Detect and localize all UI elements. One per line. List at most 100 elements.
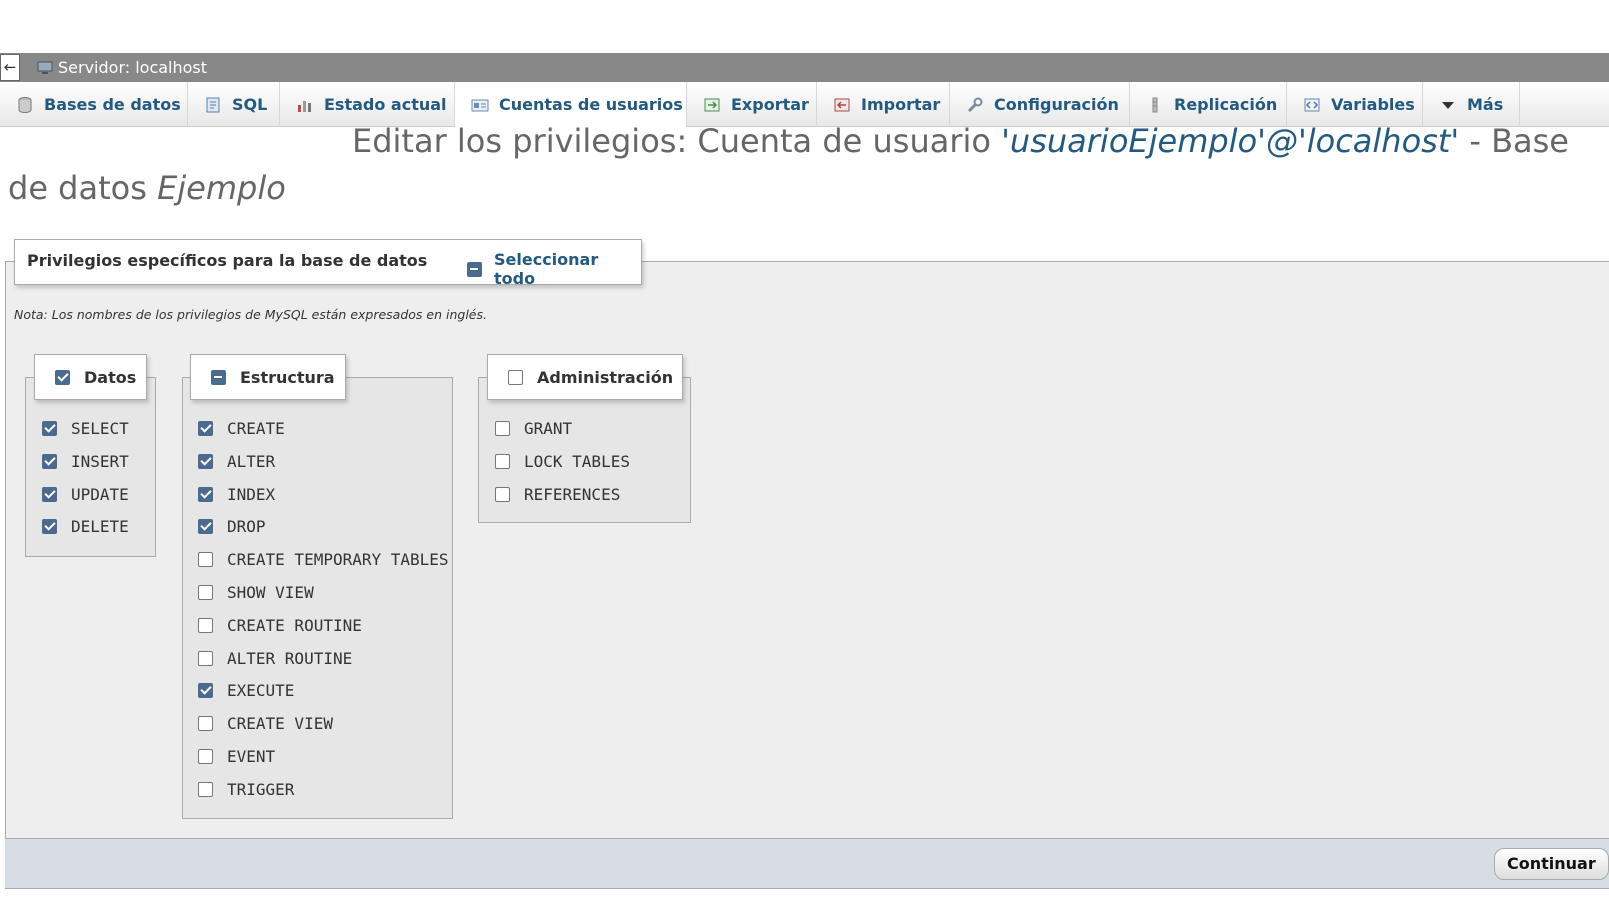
privilege-checkbox[interactable]	[198, 519, 213, 534]
privilege-label: DELETE	[71, 517, 129, 536]
privilege-alter-routine[interactable]: ALTER ROUTINE	[198, 649, 352, 668]
privilege-label: EVENT	[227, 747, 276, 766]
database-icon	[18, 96, 32, 113]
tab-label: SQL	[232, 95, 268, 114]
privileges-legend: Privilegios específicos para la base de …	[14, 239, 642, 288]
privilege-checkbox[interactable]	[198, 683, 213, 698]
privilege-label: INSERT	[71, 452, 129, 471]
datos-group-checkbox[interactable]	[55, 369, 70, 385]
privilege-label: TRIGGER	[227, 780, 295, 799]
estructura-legend: Estructura	[190, 354, 346, 400]
privilege-label: REFERENCES	[524, 485, 621, 504]
privilege-checkbox[interactable]	[42, 454, 57, 469]
privilege-label: INDEX	[227, 485, 276, 504]
datos-legend: Datos	[34, 354, 147, 400]
form-footer	[5, 838, 1609, 889]
privilege-references[interactable]: REFERENCES	[495, 485, 620, 504]
user-account-link[interactable]: 'usuarioEjemplo'@'localhost'	[1001, 122, 1459, 160]
privilege-label: CREATE	[227, 419, 285, 438]
privilege-label: UPDATE	[71, 485, 129, 504]
privilege-alter[interactable]: ALTER	[198, 452, 275, 471]
export-icon	[704, 98, 720, 111]
privilege-create-routine[interactable]: CREATE ROUTINE	[198, 616, 362, 635]
users-icon	[471, 99, 489, 111]
privilege-checkbox[interactable]	[198, 618, 213, 633]
privilege-show-view[interactable]: SHOW VIEW	[198, 583, 314, 602]
tab-label: Replicación	[1174, 95, 1278, 114]
estructura-group-checkbox[interactable]	[211, 369, 226, 385]
tab-label: Importar	[861, 95, 941, 114]
privilege-label: SELECT	[71, 419, 129, 438]
privilege-delete[interactable]: DELETE	[42, 517, 129, 536]
sql-icon	[206, 97, 220, 112]
privileges-legend-title: Privilegios específicos para la base de …	[27, 251, 428, 270]
privilege-checkbox[interactable]	[198, 487, 213, 502]
back-arrow-icon[interactable]: ←	[0, 54, 20, 81]
privilege-label: LOCK TABLES	[524, 452, 630, 471]
estructura-group-label: Estructura	[240, 367, 335, 387]
privilege-label: DROP	[227, 517, 266, 536]
privilege-drop[interactable]: DROP	[198, 517, 266, 536]
server-breadcrumb-bar: ← Servidor: localhost	[0, 53, 1609, 82]
privilege-index[interactable]: INDEX	[198, 485, 275, 504]
privilege-checkbox[interactable]	[198, 421, 213, 436]
import-icon	[834, 98, 850, 111]
title-prefix: Editar los privilegios: Cuenta de usuari…	[352, 122, 991, 160]
privilege-checkbox[interactable]	[495, 487, 510, 502]
status-icon	[298, 100, 311, 112]
replication-icon	[1152, 97, 1158, 112]
chevron-down-icon	[1442, 101, 1454, 109]
wrench-icon	[967, 97, 983, 112]
privilege-checkbox[interactable]	[42, 519, 57, 534]
select-all-label[interactable]: Seleccionar todo	[494, 250, 641, 288]
privilege-label: CREATE VIEW	[227, 714, 333, 733]
privilege-label: CREATE TEMPORARY TABLES	[227, 550, 449, 569]
privilege-checkbox[interactable]	[198, 651, 213, 666]
privilege-label: CREATE ROUTINE	[227, 616, 362, 635]
select-all-toggle[interactable]: Seleccionar todo	[467, 250, 641, 288]
privilege-lock-tables[interactable]: LOCK TABLES	[495, 452, 630, 471]
server-icon	[37, 61, 53, 74]
administracion-legend: Administración	[487, 354, 683, 400]
privilege-label: EXECUTE	[227, 681, 295, 700]
privilege-label: GRANT	[524, 419, 573, 438]
privileges-note: Nota: Los nombres de los privilegios de …	[14, 307, 487, 322]
tab-label: Variables	[1331, 95, 1415, 114]
privilege-update[interactable]: UPDATE	[42, 485, 129, 504]
database-name: Ejemplo	[157, 169, 286, 207]
tab-label: Más	[1467, 95, 1504, 114]
continue-button[interactable]: Continuar	[1494, 848, 1609, 880]
privilege-checkbox[interactable]	[198, 782, 213, 797]
privilege-event[interactable]: EVENT	[198, 747, 275, 766]
privilege-checkbox[interactable]	[495, 454, 510, 469]
tab-label: Cuentas de usuarios	[499, 95, 683, 114]
privilege-checkbox[interactable]	[198, 454, 213, 469]
privilege-checkbox[interactable]	[198, 552, 213, 567]
tab-label: Estado actual	[324, 95, 447, 114]
privilege-execute[interactable]: EXECUTE	[198, 681, 294, 700]
privilege-checkbox[interactable]	[198, 749, 213, 764]
privilege-checkbox[interactable]	[42, 421, 57, 436]
page-title: Editar los privilegios: Cuenta de usuari…	[8, 118, 1598, 212]
privilege-grant[interactable]: GRANT	[495, 419, 572, 438]
variables-icon	[1304, 98, 1320, 111]
select-all-checkbox[interactable]	[467, 261, 482, 277]
privilege-checkbox[interactable]	[198, 716, 213, 731]
privilege-create-view[interactable]: CREATE VIEW	[198, 714, 333, 733]
privilege-select[interactable]: SELECT	[42, 419, 129, 438]
tab-label: Exportar	[731, 95, 809, 114]
privilege-checkbox[interactable]	[198, 585, 213, 600]
administracion-group-checkbox[interactable]	[508, 369, 523, 385]
privilege-create-temporary-tables[interactable]: CREATE TEMPORARY TABLES	[198, 550, 449, 569]
privilege-label: ALTER	[227, 452, 276, 471]
privilege-label: SHOW VIEW	[227, 583, 314, 602]
privilege-insert[interactable]: INSERT	[42, 452, 129, 471]
tab-label: Configuración	[994, 95, 1119, 114]
privilege-checkbox[interactable]	[495, 421, 510, 436]
tab-label: Bases de datos	[44, 95, 181, 114]
privilege-trigger[interactable]: TRIGGER	[198, 780, 294, 799]
privilege-checkbox[interactable]	[42, 487, 57, 502]
server-link[interactable]: Servidor: localhost	[58, 58, 207, 77]
privilege-create[interactable]: CREATE	[198, 419, 285, 438]
administracion-group-label: Administración	[537, 367, 674, 387]
